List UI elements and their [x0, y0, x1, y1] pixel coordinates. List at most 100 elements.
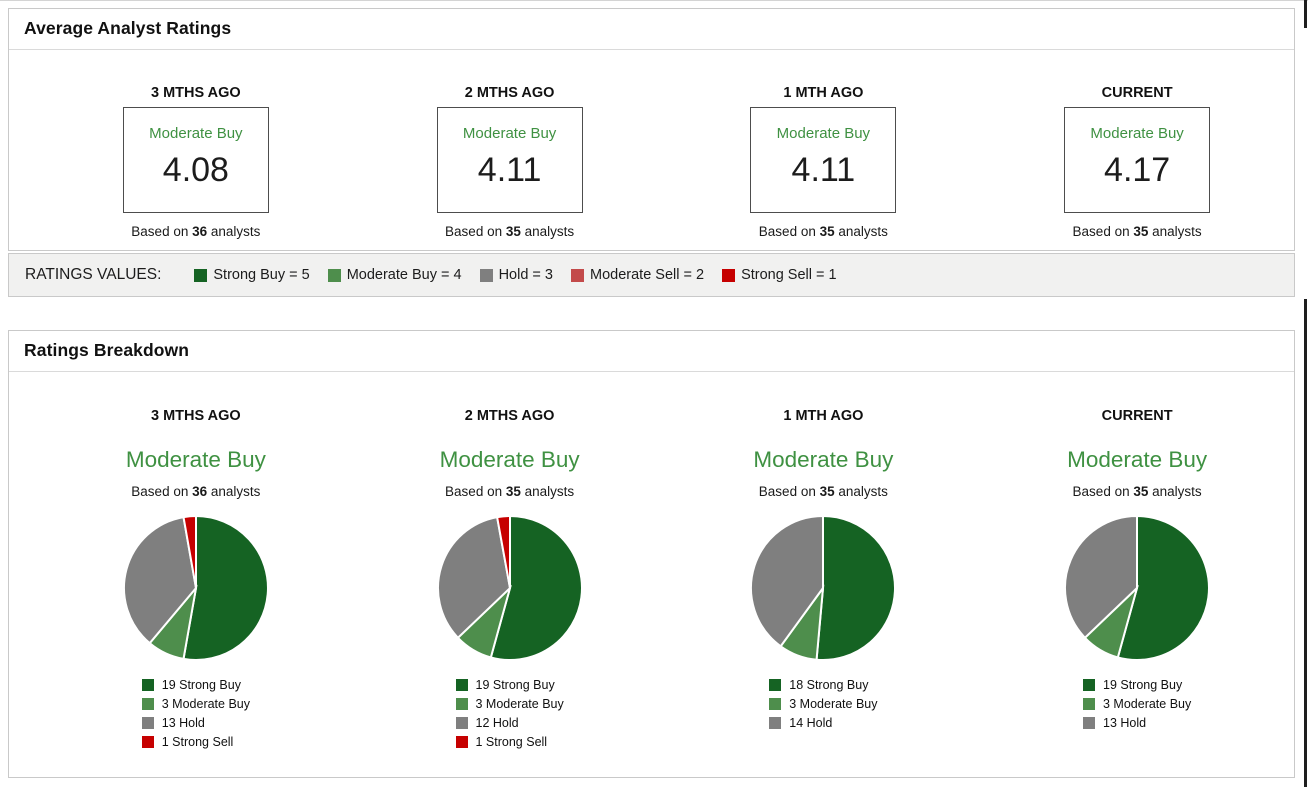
- breakdown-based-on-text: Based on 35 analysts: [758, 484, 888, 499]
- pie-legend-item-label: 3 Moderate Buy: [475, 696, 564, 711]
- rating-card: 1 MTH AGO Moderate Buy 4.11 Based on 35 …: [667, 85, 981, 239]
- pie-legend-item: 3 Moderate Buy: [455, 694, 564, 713]
- rating-score-value: 4.17: [1104, 151, 1171, 189]
- pie-legend-item-label: 19 Strong Buy: [161, 677, 241, 692]
- pie-legend-item: 3 Moderate Buy: [141, 694, 250, 713]
- pie-legend-item: 14 Hold: [769, 713, 877, 732]
- breakdown-period-label: 1 MTH AGO: [783, 408, 864, 424]
- breakdown-consensus-label: Moderate Buy: [439, 447, 580, 472]
- legend-color-swatch: [722, 268, 736, 282]
- rating-consensus-label: Moderate Buy: [776, 125, 871, 142]
- rating-consensus-label: Moderate Buy: [462, 125, 557, 142]
- legend-item-label: Strong Buy = 5: [213, 267, 310, 283]
- based-on-text: Based on 35 analysts: [445, 224, 575, 239]
- cropped-right-panel-edge: [1304, 299, 1307, 787]
- pie-legend: 19 Strong Buy 3 Moderate Buy 13 Hold 1 S…: [141, 675, 250, 751]
- pie-legend: 18 Strong Buy 3 Moderate Buy 14 Hold: [769, 675, 878, 732]
- legend-item-label: Hold = 3: [498, 267, 553, 283]
- pie-legend-item: 13 Hold: [141, 713, 250, 732]
- rating-period-label: 2 MTHS AGO: [464, 85, 555, 101]
- based-on-text: Based on 35 analysts: [758, 224, 888, 239]
- pie-legend-item: 12 Hold: [455, 713, 564, 732]
- pie-legend-item: 18 Strong Buy: [769, 675, 877, 694]
- legend-item-label: Moderate Sell = 2: [590, 267, 705, 283]
- pie-legend-color-swatch: [1083, 678, 1095, 691]
- based-on-text: Based on 36 analysts: [131, 224, 261, 239]
- pie-legend-color-swatch: [141, 678, 154, 691]
- breakdown-based-on-text: Based on 35 analysts: [445, 484, 575, 499]
- pie-legend-item-label: 19 Strong Buy: [475, 677, 555, 692]
- legend-item-label: Moderate Buy = 4: [346, 267, 462, 283]
- rating-score-value: 4.08: [162, 151, 229, 189]
- pie-legend-item-label: 3 Moderate Buy: [789, 696, 878, 711]
- rating-period-label: 1 MTH AGO: [783, 85, 864, 101]
- ratings-values-legend-item: Hold = 3: [479, 267, 553, 283]
- pie-legend-item-label: 18 Strong Buy: [789, 677, 869, 692]
- pie-legend-item-label: 13 Hold: [1103, 715, 1147, 730]
- ratings-values-bar: RATINGS VALUES: Strong Buy = 5 Moderate …: [8, 253, 1295, 297]
- rating-box: Moderate Buy 4.11: [436, 107, 583, 213]
- ratings-values-label: RATINGS VALUES:: [25, 266, 162, 283]
- pie-legend-color-swatch: [769, 716, 782, 729]
- rating-card: 2 MTHS AGO Moderate Buy 4.11 Based on 35…: [353, 85, 667, 239]
- pie-legend: 19 Strong Buy 3 Moderate Buy 13 Hold: [1083, 675, 1191, 732]
- pie-legend-item: 1 Strong Sell: [455, 732, 564, 751]
- pie-legend-item-label: 3 Moderate Buy: [1103, 696, 1192, 711]
- breakdown-period-label: 2 MTHS AGO: [464, 408, 555, 424]
- ratings-breakdown-panel: Ratings Breakdown 3 MTHS AGO Moderate Bu…: [8, 330, 1295, 778]
- breakdown-consensus-label: Moderate Buy: [125, 447, 266, 472]
- pie-legend-item-label: 19 Strong Buy: [1103, 677, 1183, 692]
- pie-legend: 19 Strong Buy 3 Moderate Buy 12 Hold 1 S…: [455, 675, 564, 751]
- average-ratings-title: Average Analyst Ratings: [9, 9, 1294, 50]
- pie-legend-item-label: 12 Hold: [475, 715, 519, 730]
- breakdown-period-label: CURRENT: [1101, 408, 1173, 424]
- pie-legend-color-swatch: [141, 697, 154, 710]
- ratings-values-legend-item: Strong Sell = 1: [722, 267, 837, 283]
- pie-legend-color-swatch: [455, 716, 468, 729]
- pie-legend-item: 3 Moderate Buy: [769, 694, 878, 713]
- breakdown-based-on-text: Based on 35 analysts: [1072, 484, 1202, 499]
- rating-box: Moderate Buy 4.08: [122, 107, 269, 213]
- breakdown-column: 2 MTHS AGO Moderate Buy Based on 35 anal…: [353, 408, 667, 751]
- pie-chart: [353, 513, 667, 663]
- rating-period-label: CURRENT: [1101, 85, 1173, 101]
- ratings-values-legend-item: Strong Buy = 5: [194, 267, 310, 283]
- average-ratings-cards-row: 3 MTHS AGO Moderate Buy 4.08 Based on 36…: [9, 85, 1294, 239]
- pie-chart: [980, 513, 1294, 663]
- pie-legend-item-label: 14 Hold: [789, 715, 833, 730]
- legend-color-swatch: [571, 268, 584, 282]
- pie-slice: [815, 514, 897, 661]
- average-ratings-panel: Average Analyst Ratings 3 MTHS AGO Moder…: [8, 8, 1295, 251]
- pie-legend-color-swatch: [455, 735, 468, 748]
- pie-legend-color-swatch: [141, 716, 154, 729]
- pie-legend-color-swatch: [141, 735, 154, 748]
- rating-score-value: 4.11: [477, 151, 542, 189]
- breakdown-column: 3 MTHS AGO Moderate Buy Based on 36 anal…: [39, 408, 353, 751]
- legend-item-label: Strong Sell = 1: [741, 267, 837, 283]
- rating-box: Moderate Buy 4.17: [1064, 107, 1211, 213]
- based-on-text: Based on 35 analysts: [1072, 224, 1202, 239]
- rating-card: 3 MTHS AGO Moderate Buy 4.08 Based on 36…: [39, 85, 353, 239]
- pie-legend-color-swatch: [769, 697, 782, 710]
- pie-legend-color-swatch: [455, 678, 468, 691]
- pie-legend-item: 1 Strong Sell: [141, 732, 250, 751]
- pie-legend-item: 13 Hold: [1083, 713, 1191, 732]
- page-top-border: [0, 0, 1308, 1]
- pie-legend-color-swatch: [1083, 716, 1095, 729]
- rating-period-label: 3 MTHS AGO: [151, 85, 241, 101]
- breakdown-consensus-label: Moderate Buy: [1067, 447, 1208, 472]
- pie-legend-color-swatch: [455, 697, 468, 710]
- ratings-values-legend-item: Moderate Buy = 4: [327, 267, 462, 283]
- pie-legend-item: 19 Strong Buy: [141, 675, 250, 694]
- breakdown-period-label: 3 MTHS AGO: [151, 408, 241, 424]
- ratings-values-legend-item: Moderate Sell = 2: [571, 267, 704, 283]
- pie-legend-item: 19 Strong Buy: [455, 675, 564, 694]
- pie-legend-item-label: 13 Hold: [161, 715, 205, 730]
- breakdown-column: 1 MTH AGO Moderate Buy Based on 35 analy…: [667, 408, 981, 751]
- rating-box: Moderate Buy 4.11: [750, 107, 897, 213]
- legend-color-swatch: [479, 268, 493, 282]
- pie-legend-color-swatch: [1083, 697, 1095, 710]
- pie-legend-item: 19 Strong Buy: [1083, 675, 1191, 694]
- pie-chart: [39, 513, 353, 663]
- legend-color-swatch: [327, 268, 341, 282]
